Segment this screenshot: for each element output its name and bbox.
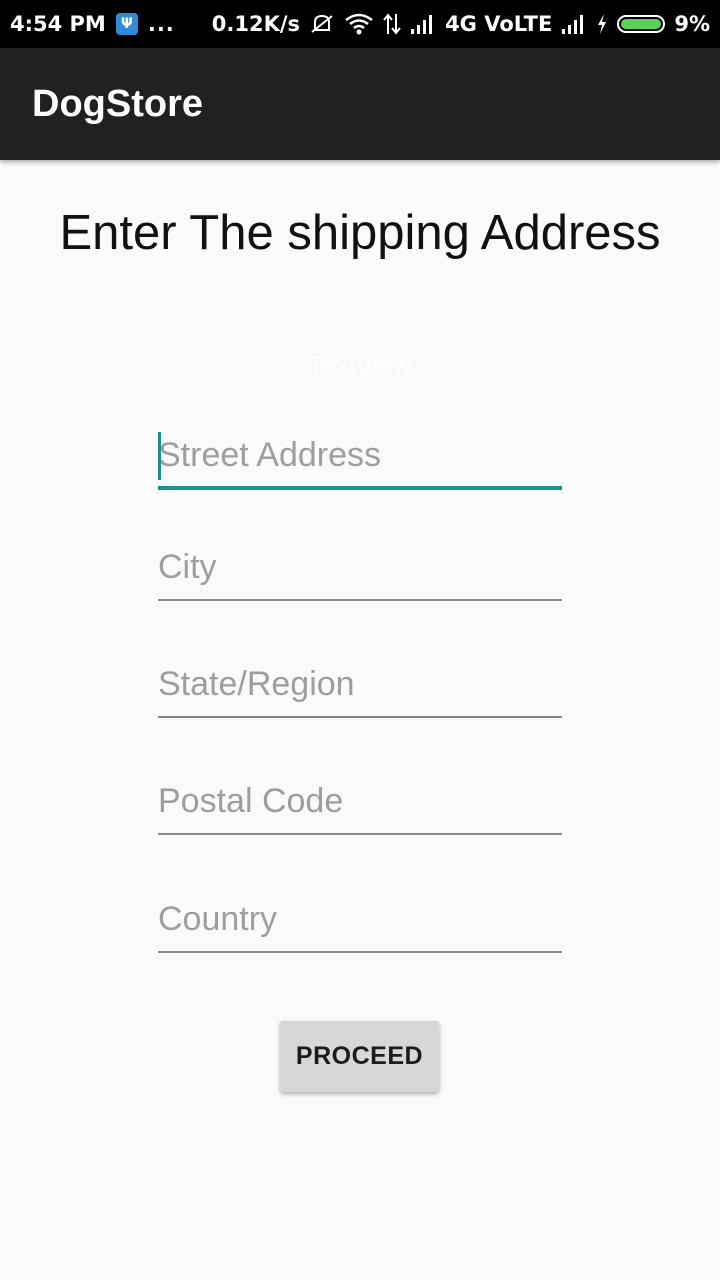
text-cursor	[158, 432, 161, 480]
wifi-icon	[345, 13, 373, 35]
charging-icon	[598, 14, 607, 34]
textview-label: TextView	[308, 350, 412, 380]
network-type: 4G VoLTE	[445, 12, 553, 36]
network-speed: 0.12K/s	[211, 12, 301, 36]
app-bar: DogStore	[0, 48, 720, 160]
battery-percent: 9%	[674, 12, 710, 36]
mute-icon	[311, 14, 333, 33]
battery-icon	[617, 15, 666, 33]
signal-icon	[411, 15, 433, 34]
street-address-input[interactable]	[158, 430, 562, 490]
battery-fill	[621, 19, 662, 29]
state-region-input[interactable]	[158, 658, 562, 718]
app-title: DogStore	[32, 82, 203, 125]
proceed-button[interactable]: PROCEED	[280, 1021, 439, 1092]
postal-code-input[interactable]	[158, 775, 562, 835]
signal-icon-secondary	[562, 15, 584, 34]
page-heading: Enter The shipping Address	[59, 206, 661, 260]
status-time: 4:54 PM	[10, 12, 106, 36]
notification-dots: ...	[147, 12, 175, 36]
usb-icon: Ψ	[115, 13, 138, 35]
data-transfer-icon	[383, 13, 401, 35]
country-input[interactable]	[158, 893, 562, 953]
city-input[interactable]	[158, 541, 562, 601]
status-bar: 4:54 PM Ψ ... 0.12K/s 4G VoLTE 9%	[0, 0, 720, 48]
